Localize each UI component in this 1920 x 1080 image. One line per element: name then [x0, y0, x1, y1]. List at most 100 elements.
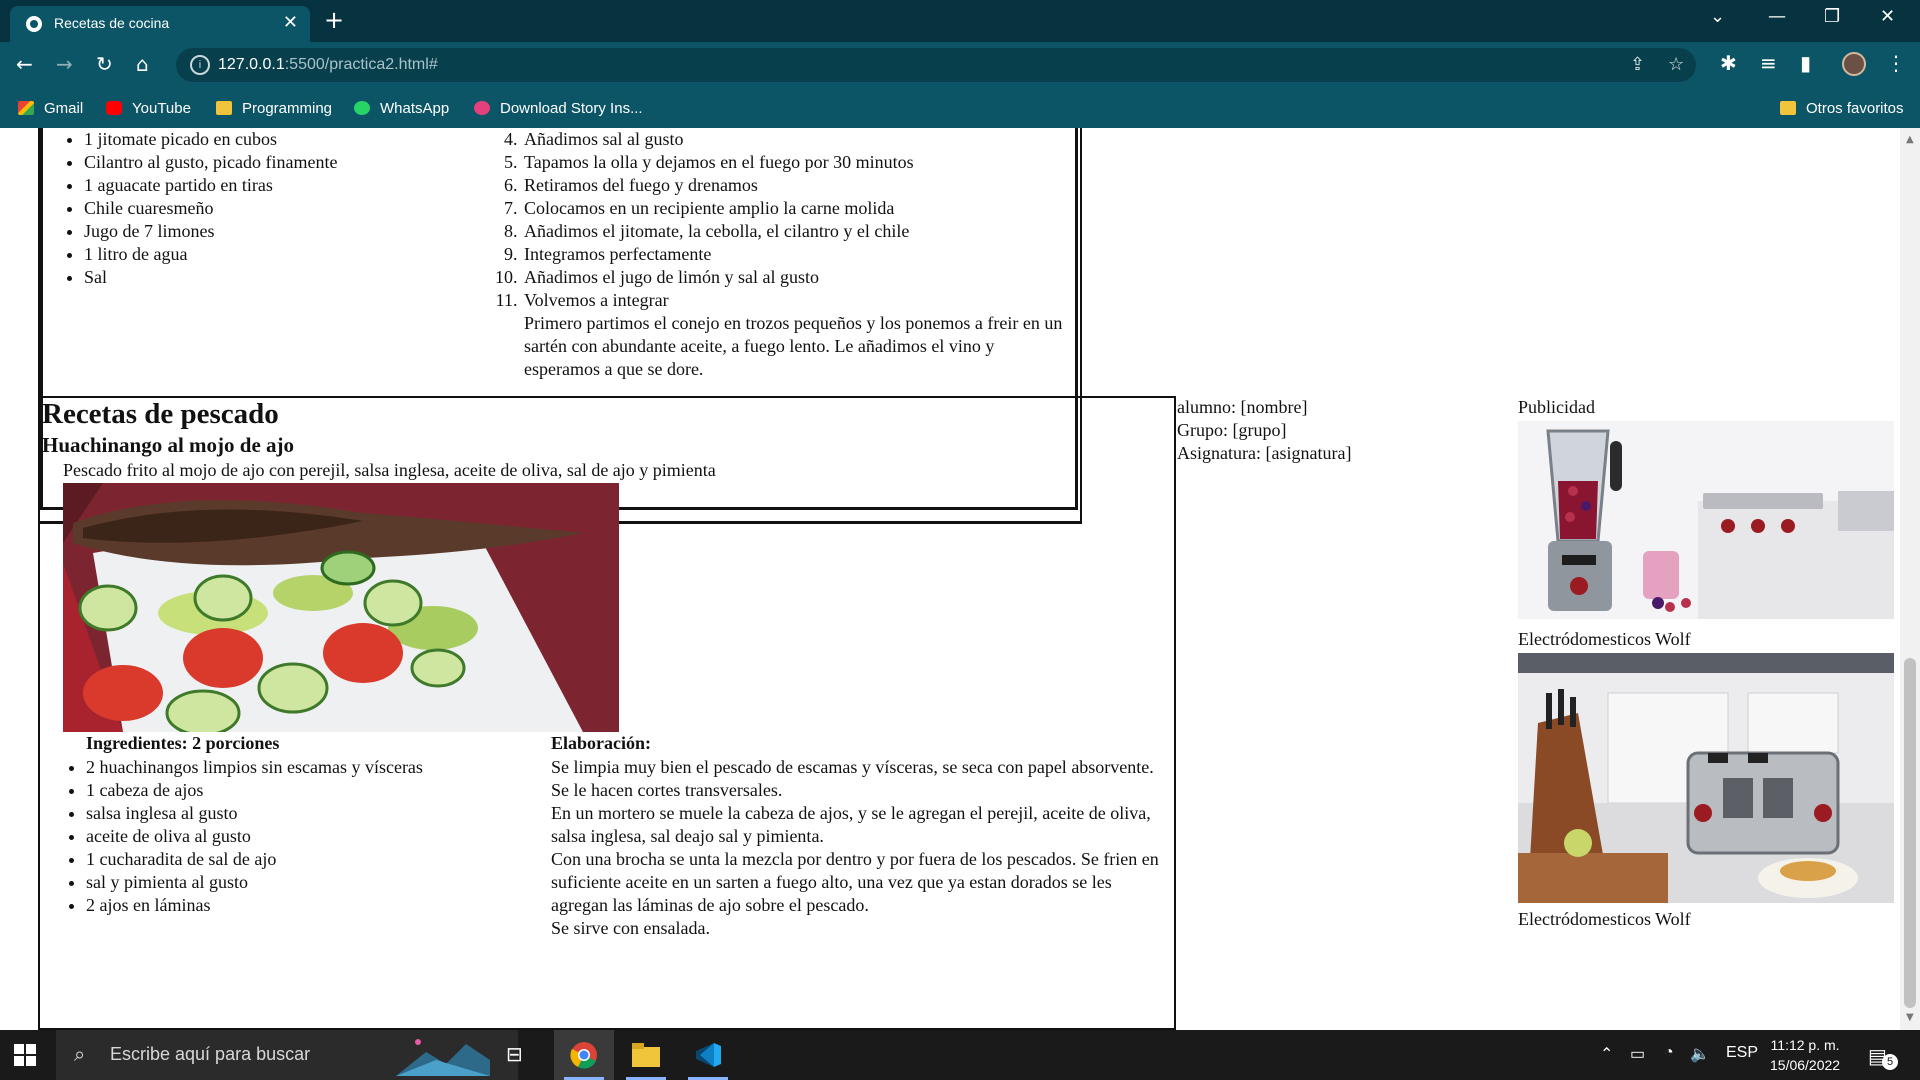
scroll-down-icon[interactable]: ▼	[1906, 1012, 1914, 1023]
recipe-title: Huachinango al mojo de ajo	[42, 433, 295, 457]
taskbar-chrome[interactable]	[554, 1030, 614, 1080]
search-highlight-icon	[396, 1039, 490, 1076]
tab-title: Recetas de cocina	[54, 15, 170, 31]
fish-photo	[63, 483, 619, 732]
bookmark-star-icon[interactable]: ☆	[1668, 54, 1684, 75]
grupo-text: Grupo: [grupo]	[1177, 420, 1287, 440]
search-placeholder: Escribe aquí para buscar	[110, 1044, 311, 1064]
windows-taskbar: ⌕ Escribe aquí para buscar ⊟ ⌃ ▭ ◔ 🔈 ESP…	[0, 1030, 1920, 1080]
folder-icon	[632, 1043, 660, 1067]
list-item: 2 ajos en láminas	[86, 894, 423, 917]
task-view-icon[interactable]: ⊟	[506, 1042, 523, 1067]
scroll-up-icon[interactable]: ▲	[1906, 134, 1914, 145]
browser-toolbar: ← → ↻ ⌂ i 127.0.0.1:5500/practica2.html#…	[0, 42, 1920, 88]
taskbar-vscode[interactable]	[678, 1030, 738, 1080]
ingredients-title: Ingredientes: 2 porciones	[86, 733, 280, 753]
ad-image-blender[interactable]	[1518, 421, 1894, 619]
back-icon[interactable]: ←	[16, 52, 33, 76]
youtube-icon	[106, 101, 122, 115]
vscode-icon	[696, 1043, 721, 1067]
list-item: Volvemos a integrar Primero partimos el c…	[522, 289, 1074, 381]
blender-illustration	[1518, 421, 1894, 619]
close-window-button[interactable]: ✕	[1880, 6, 1895, 27]
steps-list: Añadimos sal al gusto Tapamos la olla y …	[482, 128, 1074, 381]
menu-icon[interactable]: ⋮	[1886, 51, 1906, 75]
ad-title: Publicidad	[1518, 397, 1595, 417]
battery-icon[interactable]: ▭	[1630, 1044, 1645, 1064]
clock-date: 15/06/2022	[1770, 1057, 1841, 1073]
home-icon[interactable]: ⌂	[136, 52, 149, 76]
bookmark-label: YouTube	[132, 99, 191, 117]
forward-icon[interactable]: →	[56, 52, 73, 76]
bookmark-programming[interactable]: Programming	[216, 96, 332, 120]
bookmark-gmail[interactable]: Gmail	[18, 96, 83, 120]
bookmarks-bar: Gmail YouTube Programming WhatsApp Downl…	[0, 88, 1920, 128]
list-item: 1 jitomate picado en cubos	[84, 128, 337, 151]
volume-icon[interactable]: 🔈	[1690, 1044, 1710, 1064]
site-info-icon[interactable]: i	[190, 55, 210, 75]
scroll-thumb[interactable]	[1904, 658, 1916, 1008]
clock-time: 11:12 p. m.	[1770, 1037, 1840, 1053]
reload-icon[interactable]: ↻	[96, 52, 113, 76]
tab-strip: Recetas de cocina ✕ + ⌄ — ❐ ✕	[0, 0, 1920, 42]
profile-avatar[interactable]	[1842, 52, 1866, 76]
toaster-illustration	[1518, 653, 1894, 903]
bookmark-whatsapp[interactable]: WhatsApp	[354, 96, 449, 120]
chevron-up-icon[interactable]: ⌃	[1600, 1044, 1613, 1064]
bookmark-download-story[interactable]: Download Story Ins...	[474, 96, 643, 120]
list-item: Chile cuaresmeño	[84, 197, 337, 220]
list-item: salsa inglesa al gusto	[86, 802, 423, 825]
page-viewport: 1 jitomate picado en cubos Cilantro al g…	[0, 128, 1900, 1030]
bookmark-label: Programming	[242, 99, 333, 117]
elaboration-text: Se limpia muy bien el pescado de escamas…	[551, 756, 1171, 940]
language-indicator[interactable]: ESP	[1726, 1044, 1758, 1062]
tab-search-icon[interactable]: ⌄	[1710, 6, 1725, 27]
media-icon[interactable]: ≡	[1760, 51, 1777, 75]
folder-icon	[216, 101, 232, 115]
restore-button[interactable]: ❐	[1824, 6, 1840, 27]
list-item: Sal	[84, 266, 337, 289]
list-item: 1 aguacate partido en tiras	[84, 174, 337, 197]
browser-tab[interactable]: Recetas de cocina ✕	[10, 6, 310, 42]
url-text[interactable]: 127.0.0.1:5500/practica2.html#	[218, 56, 438, 74]
new-tab-button[interactable]: +	[324, 6, 344, 34]
step-paragraph: Primero partimos el conejo en trozos peq…	[524, 313, 1063, 379]
list-item: Retiramos del fuego y drenamos	[522, 174, 1074, 197]
whatsapp-icon	[354, 101, 370, 115]
other-favorites[interactable]: Otros favoritos	[1780, 96, 1904, 120]
bookmark-label: Gmail	[44, 99, 84, 117]
bookmark-youtube[interactable]: YouTube	[106, 96, 191, 120]
recipe-description: Pescado frito al mojo de ajo con perejil…	[63, 460, 716, 480]
share-icon[interactable]: ⇪	[1630, 54, 1645, 75]
ad-caption: Electródomesticos Wolf	[1518, 629, 1691, 649]
ad-caption: Electródomesticos Wolf	[1518, 909, 1691, 929]
taskbar-clock[interactable]: 11:12 p. m. 15/06/2022	[1770, 1035, 1840, 1075]
list-item: sal y pimienta al gusto	[86, 871, 423, 894]
list-item: 1 cabeza de ajos	[86, 779, 423, 802]
folder-icon	[1780, 101, 1796, 115]
minimize-button[interactable]: —	[1768, 6, 1786, 27]
bookmark-label: WhatsApp	[380, 99, 450, 117]
close-tab-icon[interactable]: ✕	[283, 12, 298, 33]
ingredients-list: 1 jitomate picado en cubos Cilantro al g…	[46, 128, 337, 289]
section-heading: Recetas de pescado	[42, 398, 279, 430]
list-item: Añadimos el jugo de limón y sal al gusto	[522, 266, 1074, 289]
fish-ingredients-list: 2 huachinangos limpios sin escamas y vís…	[48, 756, 423, 917]
list-item: 2 huachinangos limpios sin escamas y vís…	[86, 756, 423, 779]
globe-icon	[26, 16, 42, 32]
wifi-icon[interactable]: ◔	[1664, 1044, 1674, 1062]
extensions-icon[interactable]: ✱	[1720, 51, 1737, 75]
alumno-text: alumno: [nombre]	[1177, 397, 1308, 417]
list-item: Añadimos sal al gusto	[522, 128, 1074, 151]
ad-image-toaster[interactable]	[1518, 653, 1894, 903]
list-item: Tapamos la olla y dejamos en el fuego po…	[522, 151, 1074, 174]
windows-start-icon[interactable]	[14, 1044, 36, 1066]
asignatura-text: Asignatura: [asignatura]	[1177, 443, 1352, 463]
list-item: 1 litro de agua	[84, 243, 337, 266]
elaboration-title: Elaboración:	[551, 733, 652, 753]
side-panel-icon[interactable]: ▮	[1800, 51, 1811, 75]
page-scrollbar[interactable]: ▲ ▼	[1900, 128, 1920, 1030]
gmail-icon	[18, 101, 34, 115]
taskbar-file-explorer[interactable]	[616, 1030, 676, 1080]
address-bar[interactable]: i 127.0.0.1:5500/practica2.html# ⇪ ☆	[176, 48, 1696, 82]
